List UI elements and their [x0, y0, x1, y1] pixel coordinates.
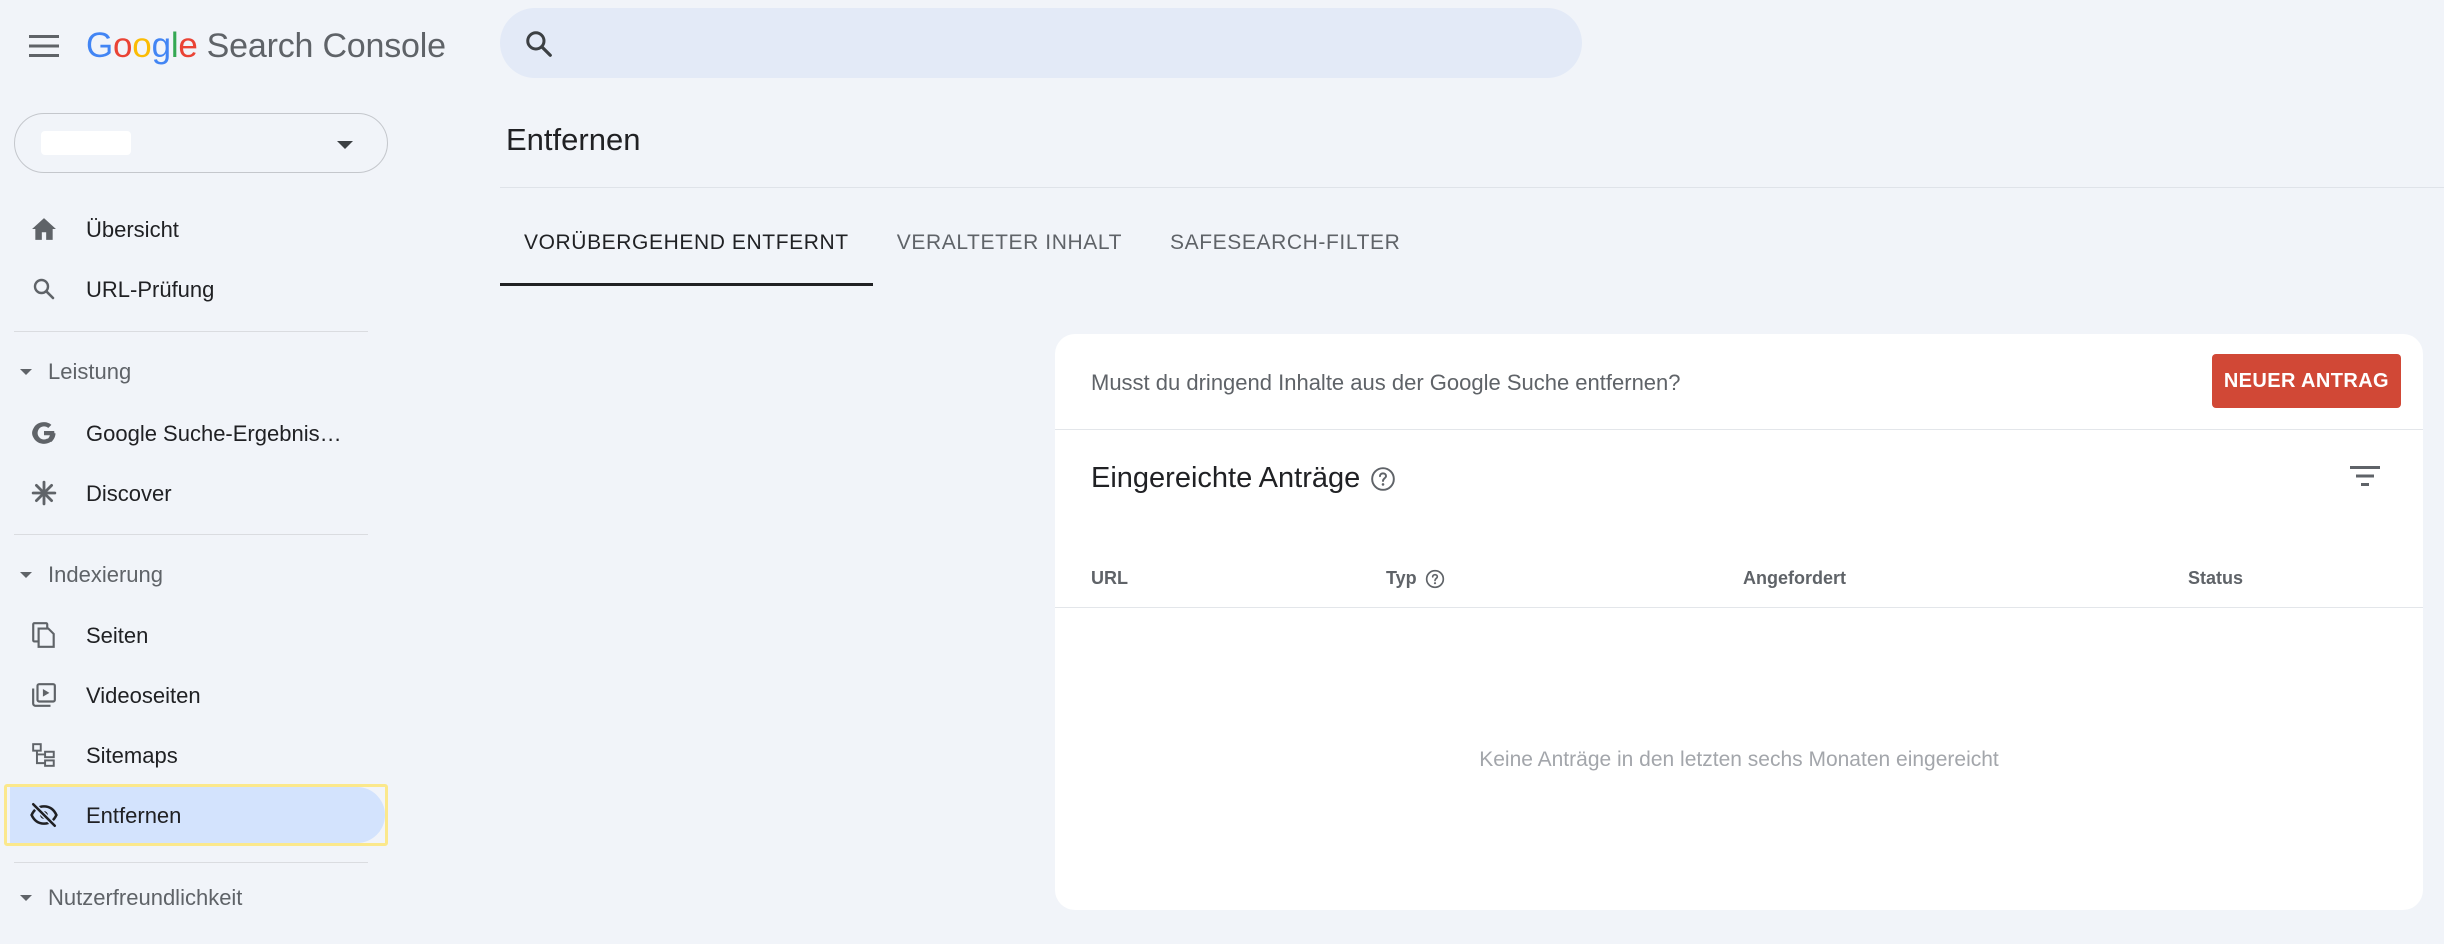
video-pages-icon [30, 681, 58, 709]
tab-safesearch-filter[interactable]: SAFESEARCH-FILTER [1146, 200, 1424, 286]
search-icon [526, 31, 552, 57]
collapse-caret-icon [20, 895, 32, 901]
sitemap-icon [30, 741, 58, 769]
filter-icon[interactable] [2347, 458, 2383, 494]
title-divider [500, 187, 2444, 188]
asterisk-icon [30, 479, 58, 507]
sidebar-item-url-inspection[interactable]: URL-Prüfung [10, 261, 385, 317]
sidebar-item-video-pages[interactable]: Videoseiten [10, 667, 385, 723]
page-title: Entfernen [506, 122, 641, 157]
sidebar-item-search-results[interactable]: Google Suche-Ergebnis… [10, 405, 385, 461]
card-title-text: Eingereichte Anträge [1091, 462, 1361, 494]
sidebar-item-label: Google Suche-Ergebnis… [86, 421, 342, 446]
sidebar-item-overview[interactable]: Übersicht [10, 201, 385, 257]
sidebar-section-indexing[interactable]: Indexierung [20, 555, 163, 595]
sidebar-item-label: Discover [86, 481, 172, 506]
sidebar-item-label: Seiten [86, 623, 149, 648]
google-search-console-logo[interactable]: Google Search Console [86, 24, 446, 68]
sidebar-item-removals[interactable]: Entfernen [10, 787, 385, 843]
column-header-url[interactable]: URL [1091, 568, 1128, 589]
search-input[interactable] [580, 23, 1540, 63]
table-header: URL Typ Angefordert Status [1055, 552, 2423, 608]
sidebar-item-label: Entfernen [86, 803, 182, 828]
property-name [41, 131, 131, 155]
column-header-status[interactable]: Status [2188, 568, 2243, 589]
sidebar-divider [14, 331, 368, 332]
search-icon [30, 275, 58, 303]
banner-text: Musst du dringend Inhalte aus der Google… [1091, 370, 1681, 395]
hamburger-menu-icon [29, 35, 59, 57]
sidebar-item-label: Sitemaps [86, 743, 178, 768]
google-wordmark: Google [86, 26, 198, 65]
new-request-button[interactable]: NEUER ANTRAG [2211, 354, 2401, 408]
sidebar-divider [14, 862, 368, 863]
requests-card: Musst du dringend Inhalte aus der Google… [1055, 334, 2423, 910]
search-bar[interactable] [500, 8, 1582, 78]
pages-icon [30, 621, 58, 649]
google-g-icon [30, 419, 58, 447]
home-icon [30, 215, 58, 243]
sidebar-section-experience[interactable]: Nutzerfreundlichkeit [20, 878, 242, 918]
sidebar-item-sitemaps[interactable]: Sitemaps [10, 727, 385, 783]
tab-outdated-content[interactable]: VERALTETER INHALT [873, 200, 1146, 286]
sidebar-divider [14, 534, 368, 535]
main-menu-button[interactable] [24, 26, 64, 66]
sidebar-item-discover[interactable]: Discover [10, 465, 385, 521]
property-selector[interactable] [14, 113, 388, 173]
urgent-removal-banner: Musst du dringend Inhalte aus der Google… [1055, 334, 2423, 430]
product-name: Search Console [206, 26, 446, 65]
help-icon[interactable] [1425, 569, 1445, 589]
tab-bar: VORÜBERGEHEND ENTFERNT VERALTETER INHALT… [500, 200, 1424, 286]
collapse-caret-icon [20, 369, 32, 375]
column-header-type[interactable]: Typ [1386, 568, 1445, 589]
card-title: Eingereichte Anträge [1091, 462, 1396, 495]
sidebar-item-pages[interactable]: Seiten [10, 607, 385, 663]
sidebar-item-label: URL-Prüfung [86, 277, 215, 302]
help-icon[interactable] [1370, 466, 1396, 492]
empty-state-message: Keine Anträge in den letzten sechs Monat… [1479, 748, 1999, 771]
sidebar-item-label: Videoseiten [86, 683, 201, 708]
sidebar-item-label: Übersicht [86, 217, 179, 242]
sidebar-section-performance[interactable]: Leistung [20, 352, 131, 392]
visibility-off-icon [30, 801, 58, 829]
collapse-caret-icon [20, 572, 32, 578]
tab-temporarily-removed[interactable]: VORÜBERGEHEND ENTFERNT [500, 200, 873, 286]
dropdown-caret-icon [337, 141, 353, 149]
column-header-requested[interactable]: Angefordert [1743, 568, 1846, 589]
